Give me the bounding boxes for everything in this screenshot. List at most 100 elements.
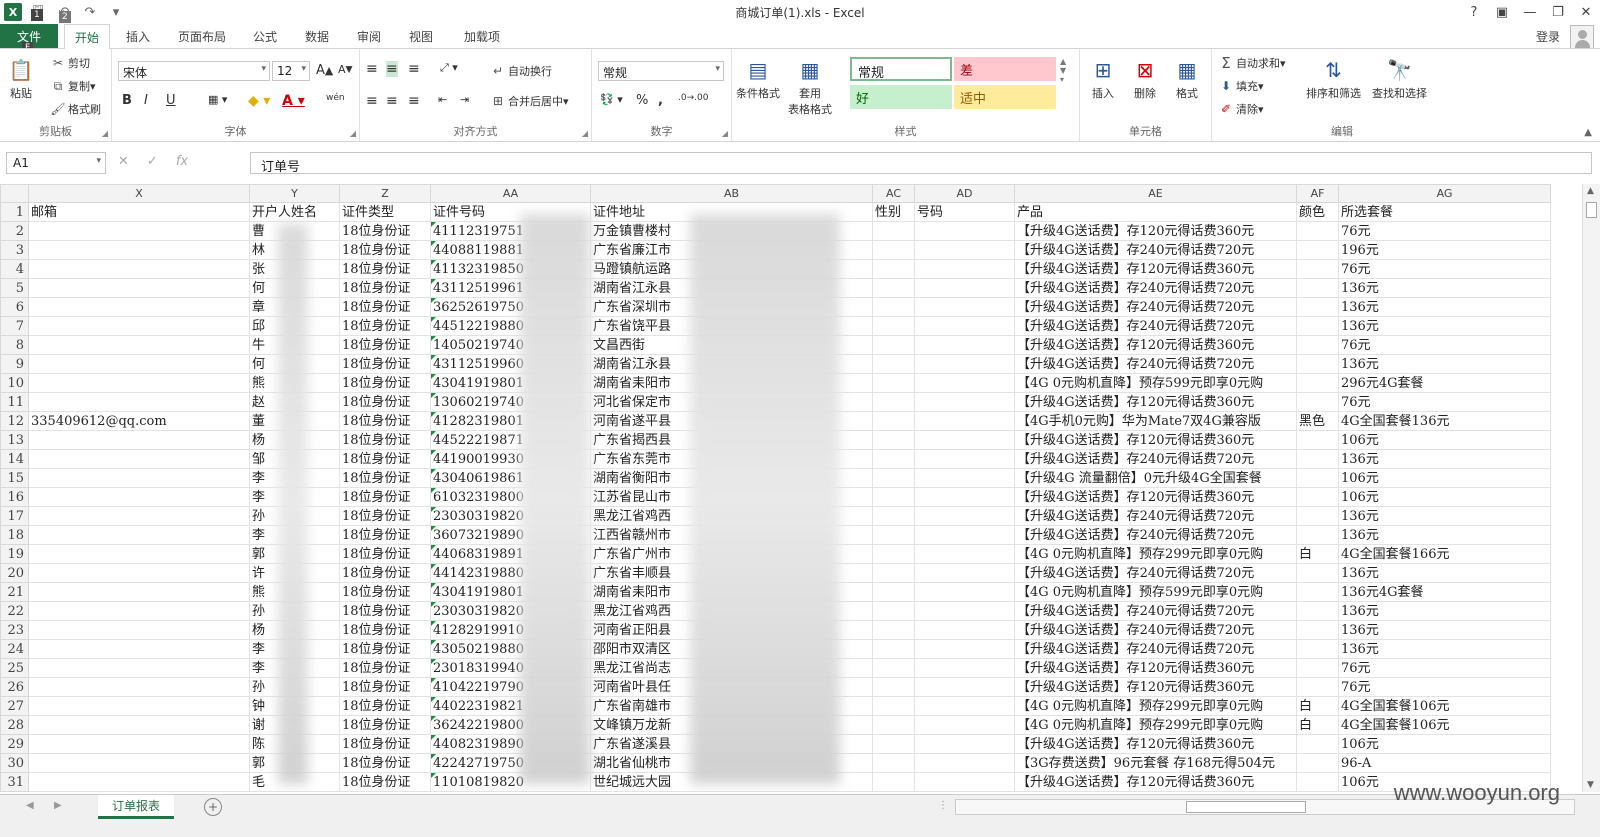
cell[interactable]: 【升级4G送话费】存240元得话费720元 xyxy=(1014,525,1297,545)
cell[interactable]: 76元 xyxy=(1338,221,1551,241)
sort-filter-button[interactable]: ⇅ 排序和筛选 xyxy=(1306,55,1361,101)
tab-home[interactable]: 开始 xyxy=(64,24,110,49)
cell[interactable]: 18位身份证 xyxy=(339,658,431,678)
column-header[interactable]: AG xyxy=(1338,184,1551,203)
row-header[interactable]: 18 xyxy=(0,525,29,545)
paste-button[interactable]: 📋 粘贴 xyxy=(6,55,36,101)
cell[interactable] xyxy=(914,487,1015,507)
cell[interactable] xyxy=(914,240,1015,260)
cell[interactable] xyxy=(914,278,1015,298)
cell[interactable] xyxy=(872,563,915,583)
style-normal[interactable]: 常规 xyxy=(850,57,952,81)
cell[interactable] xyxy=(914,696,1015,716)
cell[interactable] xyxy=(914,620,1015,640)
align-left-icon[interactable]: ≡ xyxy=(366,93,378,109)
cell[interactable] xyxy=(1296,525,1339,545)
cell[interactable] xyxy=(1296,468,1339,488)
tab-view[interactable]: 视图 xyxy=(402,24,440,48)
cell[interactable]: 136元 xyxy=(1338,316,1551,336)
cell[interactable] xyxy=(914,468,1015,488)
cell[interactable] xyxy=(872,354,915,374)
font-name-combo[interactable]: 宋体 xyxy=(118,61,270,81)
tab-file[interactable]: 文件F xyxy=(0,24,58,54)
formula-input[interactable]: 订单号 xyxy=(250,152,1592,175)
cell[interactable]: 18位身份证 xyxy=(339,772,431,792)
format-cells-button[interactable]: ▦ 格式 xyxy=(1172,55,1202,101)
copy-button[interactable]: ⧉ 复制 ▾ xyxy=(50,78,96,94)
scroll-down-icon[interactable]: ▼ xyxy=(1587,780,1594,790)
cell[interactable] xyxy=(872,240,915,260)
cell[interactable]: 【升级4G送话费】存240元得话费720元 xyxy=(1014,316,1297,336)
cell[interactable] xyxy=(872,696,915,716)
cell[interactable] xyxy=(872,411,915,431)
cell[interactable]: 【升级4G送话费】存120元得话费360元 xyxy=(1014,335,1297,355)
row-header[interactable]: 9 xyxy=(0,354,29,374)
vertical-scrollbar[interactable]: ▲ ▼ xyxy=(1582,184,1600,792)
cell[interactable]: 76元 xyxy=(1338,392,1551,412)
cell[interactable]: 【升级4G送话费】存240元得话费720元 xyxy=(1014,639,1297,659)
cut-button[interactable]: ✂ 剪切 xyxy=(50,55,90,71)
vertical-scroll-thumb[interactable] xyxy=(1586,202,1597,218)
row-header[interactable]: 15 xyxy=(0,468,29,488)
row-header[interactable]: 20 xyxy=(0,563,29,583)
cell[interactable]: 18位身份证 xyxy=(339,449,431,469)
cell[interactable] xyxy=(28,791,250,792)
cell[interactable] xyxy=(1296,240,1339,260)
cell[interactable] xyxy=(872,221,915,241)
cell[interactable] xyxy=(1296,582,1339,602)
cell[interactable] xyxy=(914,430,1015,450)
cell[interactable] xyxy=(914,772,1015,792)
tab-review[interactable]: 审阅 xyxy=(350,24,388,48)
cell[interactable] xyxy=(872,373,915,393)
cell[interactable]: 18位身份证 xyxy=(339,563,431,583)
cell[interactable]: 18位身份证 xyxy=(339,487,431,507)
cell[interactable] xyxy=(872,658,915,678)
row-header[interactable]: 31 xyxy=(0,772,29,792)
cell[interactable] xyxy=(28,734,250,754)
cell[interactable]: 18位身份证 xyxy=(339,430,431,450)
tab-insert[interactable]: 插入 xyxy=(118,24,158,48)
cell[interactable]: 18位身份证 xyxy=(339,753,431,773)
cell[interactable]: 76元 xyxy=(1338,335,1551,355)
cell[interactable] xyxy=(914,601,1015,621)
cell[interactable]: 106元 xyxy=(1338,468,1551,488)
cell[interactable]: 18位身份证 xyxy=(339,259,431,279)
cell[interactable] xyxy=(28,430,250,450)
align-top-icon[interactable]: ≡ xyxy=(366,61,378,77)
cell[interactable] xyxy=(872,753,915,773)
cell[interactable]: 【升级4G送话费】存240元得话费720元 xyxy=(1014,354,1297,374)
cell[interactable] xyxy=(28,449,250,469)
cell[interactable]: 18位身份证 xyxy=(339,734,431,754)
cell[interactable]: 【升级4G送话费】存240元得话费720元 xyxy=(1014,506,1297,526)
horizontal-scroll-thumb[interactable] xyxy=(1186,801,1306,813)
cell[interactable]: 18位身份证 xyxy=(339,639,431,659)
tab-formulas[interactable]: 公式 xyxy=(246,24,284,48)
cell[interactable]: 【升级4G送话费】存120元得话费360元 xyxy=(1014,259,1297,279)
collapse-ribbon-icon[interactable]: ▲ xyxy=(1584,127,1592,138)
minimize-button[interactable]: — xyxy=(1516,0,1544,24)
row-header[interactable]: 3 xyxy=(0,240,29,260)
header-cell[interactable]: 产品 xyxy=(1014,202,1297,222)
cell[interactable] xyxy=(1296,753,1339,773)
wrap-text-button[interactable]: ↵ 自动换行 xyxy=(490,63,552,79)
cell[interactable]: 【4G 0元购机直降】预存299元即享0元购 xyxy=(1014,696,1297,716)
cell[interactable]: 4G全国套餐106元 xyxy=(1338,715,1551,735)
row-header[interactable]: 7 xyxy=(0,316,29,336)
cell[interactable]: 18位身份证 xyxy=(339,506,431,526)
cell[interactable] xyxy=(28,468,250,488)
cell[interactable] xyxy=(1296,449,1339,469)
cell[interactable]: 4G全国套餐106元 xyxy=(1338,696,1551,716)
row-header[interactable]: 4 xyxy=(0,259,29,279)
cell[interactable] xyxy=(914,715,1015,735)
cell[interactable] xyxy=(914,525,1015,545)
ribbon-display-icon[interactable]: ▣ xyxy=(1488,0,1516,24)
increase-indent-icon[interactable]: ⇥ xyxy=(460,93,469,106)
cell[interactable]: 106元 xyxy=(1338,487,1551,507)
row-header[interactable]: 2 xyxy=(0,221,29,241)
cell[interactable] xyxy=(914,658,1015,678)
cell[interactable] xyxy=(872,601,915,621)
header-cell[interactable]: 性别 xyxy=(872,202,915,222)
delete-cells-button[interactable]: ⊠ 删除 xyxy=(1130,55,1160,101)
cell[interactable]: 18位身份证 xyxy=(339,525,431,545)
cell[interactable] xyxy=(914,316,1015,336)
